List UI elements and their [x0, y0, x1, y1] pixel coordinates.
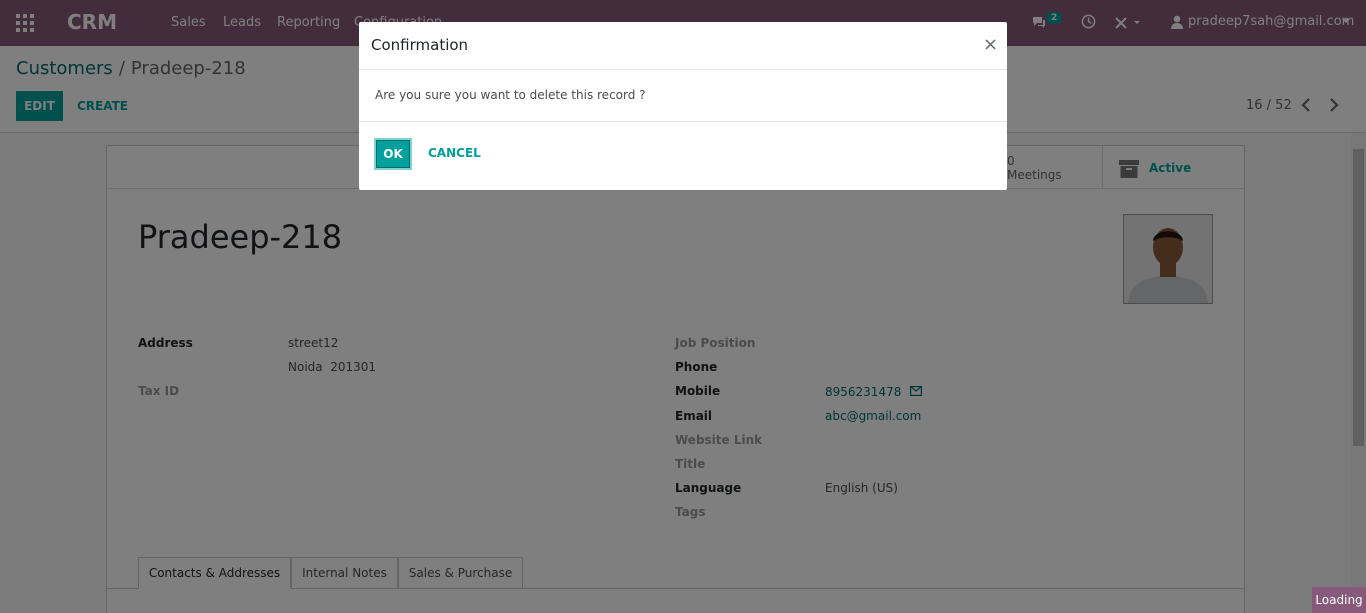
cancel-button[interactable]: CANCEL — [428, 146, 481, 160]
loading-indicator: Loading — [1312, 587, 1366, 613]
dialog-message: Are you sure you want to delete this rec… — [375, 88, 646, 102]
close-icon[interactable]: × — [983, 34, 998, 55]
dialog-title: Confirmation — [371, 36, 469, 54]
confirmation-dialog: Confirmation × Are you sure you want to … — [359, 22, 1007, 190]
ok-button[interactable]: OK — [374, 138, 412, 170]
dialog-footer: OK CANCEL — [359, 121, 1007, 190]
dialog-header: Confirmation × — [359, 22, 1007, 70]
